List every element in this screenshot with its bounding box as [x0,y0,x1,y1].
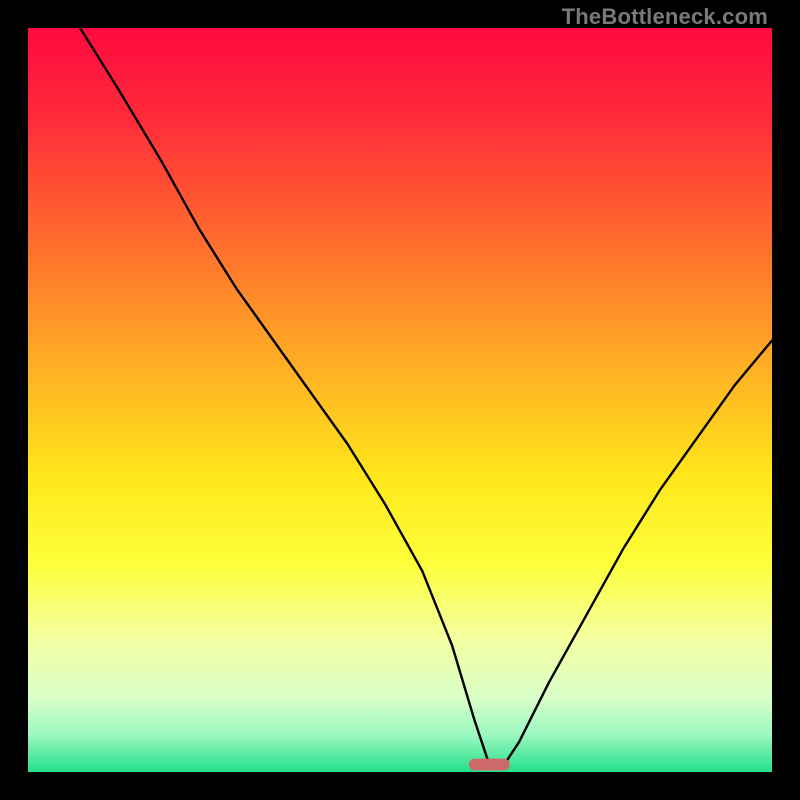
watermark-text: TheBottleneck.com [562,4,768,30]
chart-frame [28,28,772,772]
chart-background [28,28,772,772]
bottleneck-chart [28,28,772,772]
optimal-marker [469,759,510,771]
